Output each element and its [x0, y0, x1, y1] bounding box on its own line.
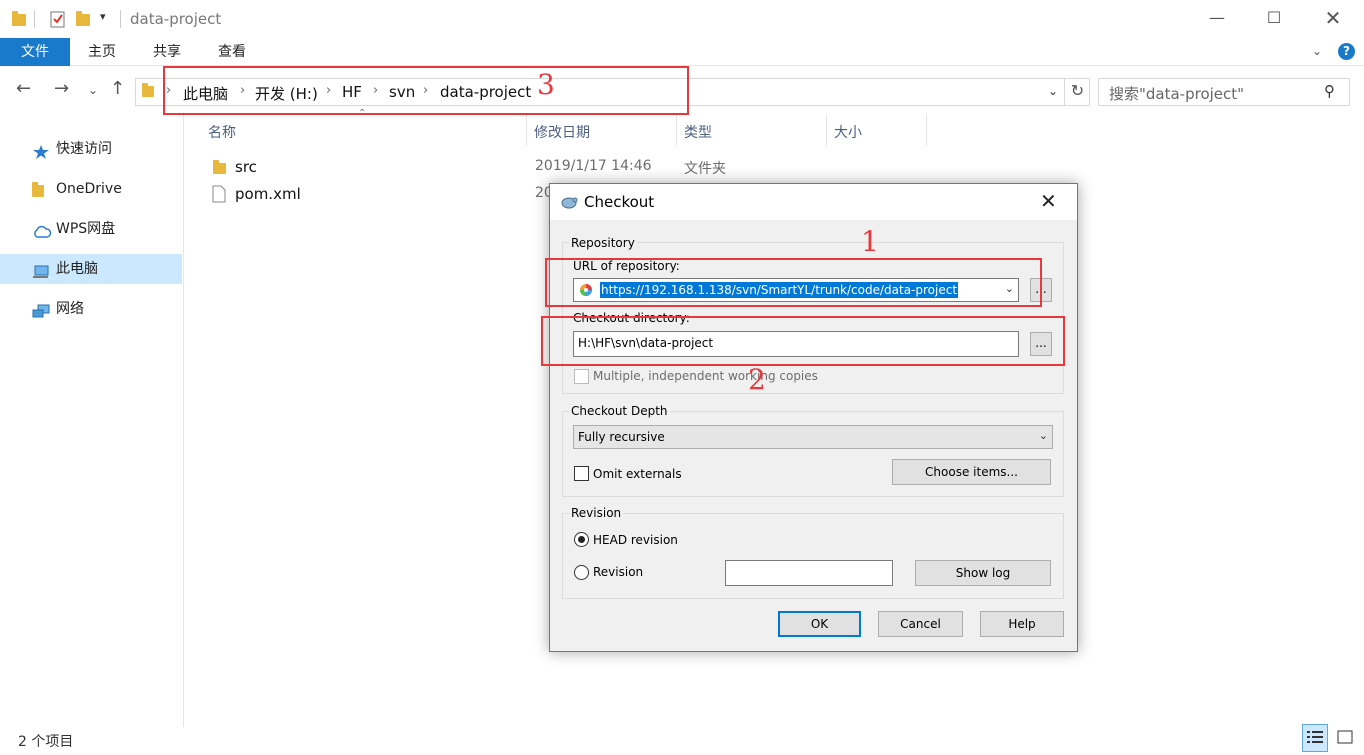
multiple-working-copies-label: Multiple, independent working copies: [593, 369, 818, 383]
properties-icon[interactable]: [50, 10, 66, 28]
annotation-box-2: [541, 316, 1065, 366]
revision-group-title: Revision: [569, 506, 624, 520]
details-view-icon[interactable]: [1302, 724, 1328, 752]
tortoise-svn-icon: [560, 194, 578, 210]
checkout-depth-value: Fully recursive: [578, 430, 665, 444]
divider: [34, 10, 35, 28]
choose-items-button[interactable]: Choose items...: [892, 459, 1051, 485]
column-header-size[interactable]: 大小: [834, 122, 862, 142]
annotation-label-2: 2: [748, 363, 766, 396]
help-button[interactable]: Help: [980, 611, 1064, 637]
checkout-depth-group-title: Checkout Depth: [569, 404, 670, 418]
sidebar-item-onedrive[interactable]: OneDrive: [0, 174, 182, 204]
back-arrow-icon[interactable]: ←: [16, 78, 31, 99]
annotation-label-3: 3: [537, 68, 555, 101]
dialog-titlebar: Checkout ✕: [550, 184, 1077, 220]
file-date: 2019/1/17 14:46: [535, 158, 652, 174]
annotation-box-3: [163, 66, 689, 115]
revision-input[interactable]: [725, 560, 893, 586]
column-divider[interactable]: [676, 114, 677, 146]
file-name: src: [235, 158, 257, 176]
search-icon[interactable]: ⚲: [1324, 82, 1335, 100]
close-button[interactable]: ✕: [1310, 0, 1356, 38]
cloud-icon: [32, 221, 52, 238]
omit-externals-label: Omit externals: [593, 467, 682, 481]
item-count: 2 个项目: [18, 734, 74, 750]
sidebar-item-wps-cloud[interactable]: WPS网盘: [0, 214, 182, 244]
file-type: 文件夹: [684, 161, 726, 177]
tab-file[interactable]: 文件: [0, 38, 70, 66]
column-divider[interactable]: [926, 114, 927, 146]
sidebar-item-network[interactable]: 网络: [0, 294, 182, 324]
minimize-button[interactable]: —: [1194, 0, 1240, 38]
refresh-icon[interactable]: ↻: [1064, 78, 1090, 106]
head-revision-radio[interactable]: [574, 532, 589, 547]
file-name: pom.xml: [235, 185, 301, 203]
column-header-date[interactable]: 修改日期: [534, 122, 590, 142]
tab-view[interactable]: 查看: [218, 38, 246, 66]
computer-icon: [32, 261, 50, 278]
up-arrow-icon[interactable]: ↑: [110, 78, 125, 99]
search-input[interactable]: 搜索"data-project": [1098, 78, 1350, 106]
checkout-depth-select[interactable]: Fully recursive ⌄: [573, 425, 1053, 449]
dialog-title: Checkout: [584, 193, 655, 211]
star-icon: [32, 141, 50, 159]
sidebar-item-label: 网络: [56, 301, 84, 317]
folder-icon: [12, 10, 28, 28]
column-header-name[interactable]: 名称: [208, 122, 236, 142]
new-folder-icon[interactable]: [76, 10, 92, 28]
omit-externals-checkbox[interactable]: [574, 466, 589, 481]
head-revision-label: HEAD revision: [593, 533, 678, 547]
column-divider[interactable]: [526, 114, 527, 146]
sidebar-item-label: 此电脑: [56, 261, 98, 277]
cancel-button[interactable]: Cancel: [878, 611, 963, 637]
expand-ribbon-chevron-icon[interactable]: ⌄: [1312, 44, 1322, 58]
folder-icon: [32, 181, 50, 197]
annotation-label-1: 1: [861, 225, 879, 258]
column-divider[interactable]: [826, 114, 827, 146]
address-history-chevron-icon[interactable]: ⌄: [1048, 84, 1058, 98]
multiple-working-copies-checkbox[interactable]: [574, 369, 589, 384]
tab-home[interactable]: 主页: [88, 38, 116, 66]
ok-button[interactable]: OK: [778, 611, 861, 637]
network-icon: [32, 301, 50, 318]
column-header-type[interactable]: 类型: [684, 122, 712, 142]
revision-radio[interactable]: [574, 565, 589, 580]
sidebar-item-label: 快速访问: [56, 141, 112, 157]
sidebar-item-label: WPS网盘: [56, 221, 116, 237]
dialog-close-icon[interactable]: ✕: [1040, 189, 1057, 213]
annotation-box-1: [545, 258, 1042, 307]
ribbon: 文件 主页 共享 查看 ⌄ ?: [0, 38, 1364, 66]
chevron-down-icon[interactable]: ⌄: [1039, 429, 1048, 442]
quick-access-dropdown-icon[interactable]: ▾: [100, 10, 106, 23]
checkout-dialog: Checkout ✕ Repository URL of repository:…: [549, 183, 1078, 652]
repository-group-title: Repository: [569, 236, 637, 250]
status-bar: 2 个项目: [0, 727, 1364, 755]
file-icon: [212, 185, 226, 207]
tab-share[interactable]: 共享: [153, 38, 181, 66]
help-icon[interactable]: ?: [1338, 43, 1355, 60]
navigation-pane: 快速访问 OneDrive WPS网盘 此电脑 网络: [0, 112, 184, 727]
maximize-button[interactable]: ☐: [1251, 0, 1297, 38]
window-title: data-project: [130, 10, 222, 28]
table-row[interactable]: src 2019/1/17 14:46 文件夹: [205, 155, 1105, 181]
window-titlebar: ▾ data-project — ☐ ✕: [0, 0, 1364, 38]
show-log-button[interactable]: Show log: [915, 560, 1051, 586]
forward-arrow-icon[interactable]: →: [54, 78, 69, 99]
revision-label: Revision: [593, 565, 644, 579]
sidebar-item-this-pc[interactable]: 此电脑: [0, 254, 182, 284]
recent-locations-chevron-icon[interactable]: ⌄: [88, 83, 98, 97]
sidebar-item-quick-access[interactable]: 快速访问: [0, 134, 182, 164]
large-icons-view-icon[interactable]: [1332, 724, 1358, 752]
divider: [120, 10, 121, 28]
revision-group: [562, 513, 1064, 599]
sidebar-item-label: OneDrive: [56, 181, 122, 197]
